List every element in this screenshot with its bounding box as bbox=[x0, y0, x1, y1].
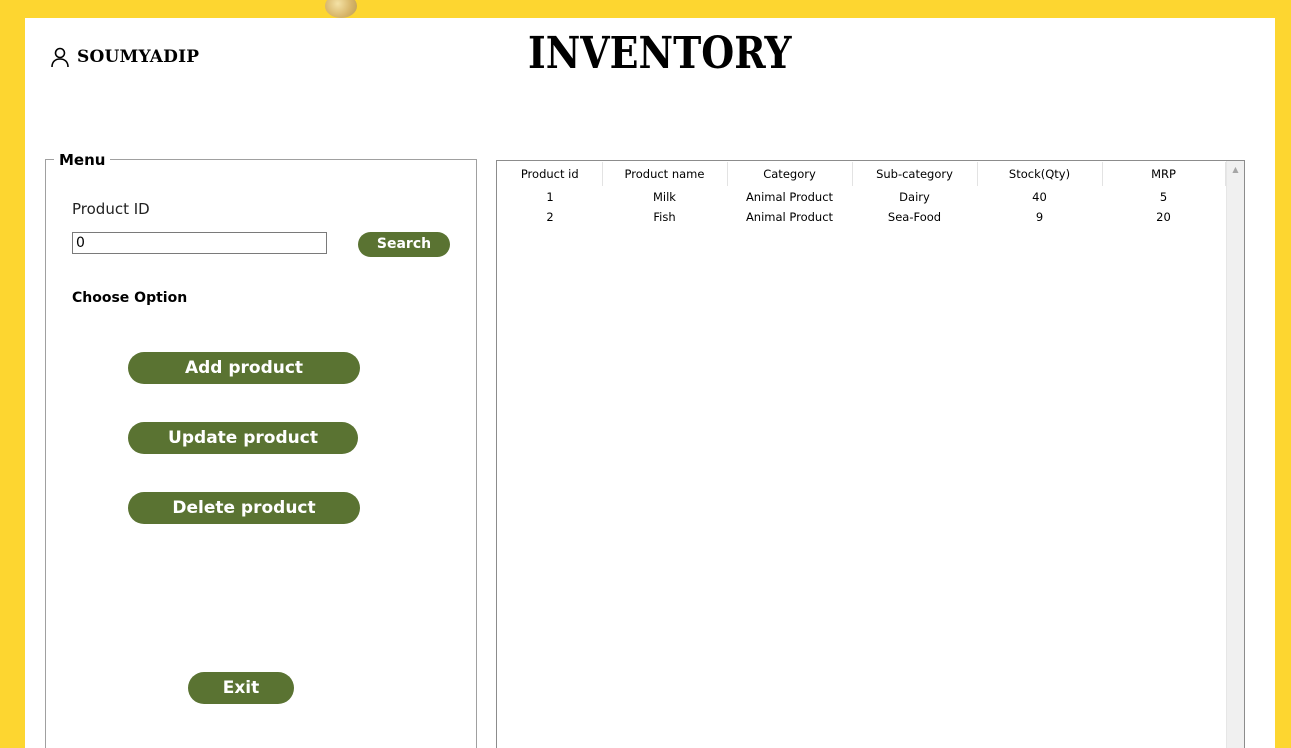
main-panel: SOUMYADIP INVENTORY Menu Product ID Sear… bbox=[25, 18, 1275, 748]
table-cell: 2 bbox=[546, 210, 554, 224]
table-cell: Milk bbox=[653, 190, 676, 204]
column-header-category[interactable]: Category bbox=[727, 162, 853, 187]
table-cell: 40 bbox=[1032, 190, 1047, 204]
product-table: Product id Product name Category Sub-cat… bbox=[498, 162, 1226, 227]
table-row[interactable]: 1 Milk Animal Product Dairy 40 5 bbox=[498, 187, 1225, 208]
search-button[interactable]: Search bbox=[358, 232, 450, 257]
exit-button[interactable]: Exit bbox=[188, 672, 294, 704]
column-header-mrp[interactable]: MRP bbox=[1102, 162, 1226, 187]
table-cell: Fish bbox=[653, 210, 676, 224]
product-table-frame[interactable]: Product id Product name Category Sub-cat… bbox=[496, 160, 1245, 748]
column-header-product-name[interactable]: Product name bbox=[602, 162, 728, 187]
table-cell: Dairy bbox=[899, 190, 930, 204]
update-product-button[interactable]: Update product bbox=[128, 422, 358, 454]
table-cell: 20 bbox=[1156, 210, 1171, 224]
table-row[interactable]: 2 Fish Animal Product Sea-Food 9 20 bbox=[498, 207, 1225, 227]
column-header-product-id[interactable]: Product id bbox=[498, 162, 603, 187]
table-header-row: Product id Product name Category Sub-cat… bbox=[498, 162, 1226, 187]
user-display: SOUMYADIP bbox=[49, 46, 199, 68]
table-cell: 5 bbox=[1159, 190, 1168, 204]
table-cell: 1 bbox=[546, 190, 554, 204]
user-icon bbox=[49, 46, 71, 68]
table-cell: Animal Product bbox=[745, 210, 834, 224]
delete-product-button[interactable]: Delete product bbox=[128, 492, 360, 524]
table-cell: 9 bbox=[1035, 210, 1044, 224]
decorative-blob bbox=[325, 0, 357, 18]
app-window: SOUMYADIP INVENTORY Menu Product ID Sear… bbox=[0, 0, 1291, 748]
page-title: INVENTORY bbox=[528, 28, 792, 79]
column-header-sub-category[interactable]: Sub-category bbox=[852, 162, 978, 187]
user-name: SOUMYADIP bbox=[77, 47, 200, 67]
vertical-scrollbar[interactable]: ▲ ▼ bbox=[1226, 161, 1244, 748]
menu-legend: Menu bbox=[54, 151, 111, 169]
column-header-stock[interactable]: Stock(Qty) bbox=[977, 162, 1103, 187]
table-cell: Sea-Food bbox=[887, 210, 942, 224]
choose-option-label: Choose Option bbox=[72, 290, 188, 306]
product-id-input[interactable] bbox=[72, 232, 327, 254]
product-id-label: Product ID bbox=[72, 200, 150, 218]
table-cell: Animal Product bbox=[745, 190, 834, 204]
scroll-up-arrow-icon[interactable]: ▲ bbox=[1227, 161, 1244, 177]
add-product-button[interactable]: Add product bbox=[128, 352, 360, 384]
menu-groupbox: Menu Product ID Search Choose Option Add… bbox=[45, 151, 477, 748]
product-table-viewport: Product id Product name Category Sub-cat… bbox=[498, 162, 1226, 742]
